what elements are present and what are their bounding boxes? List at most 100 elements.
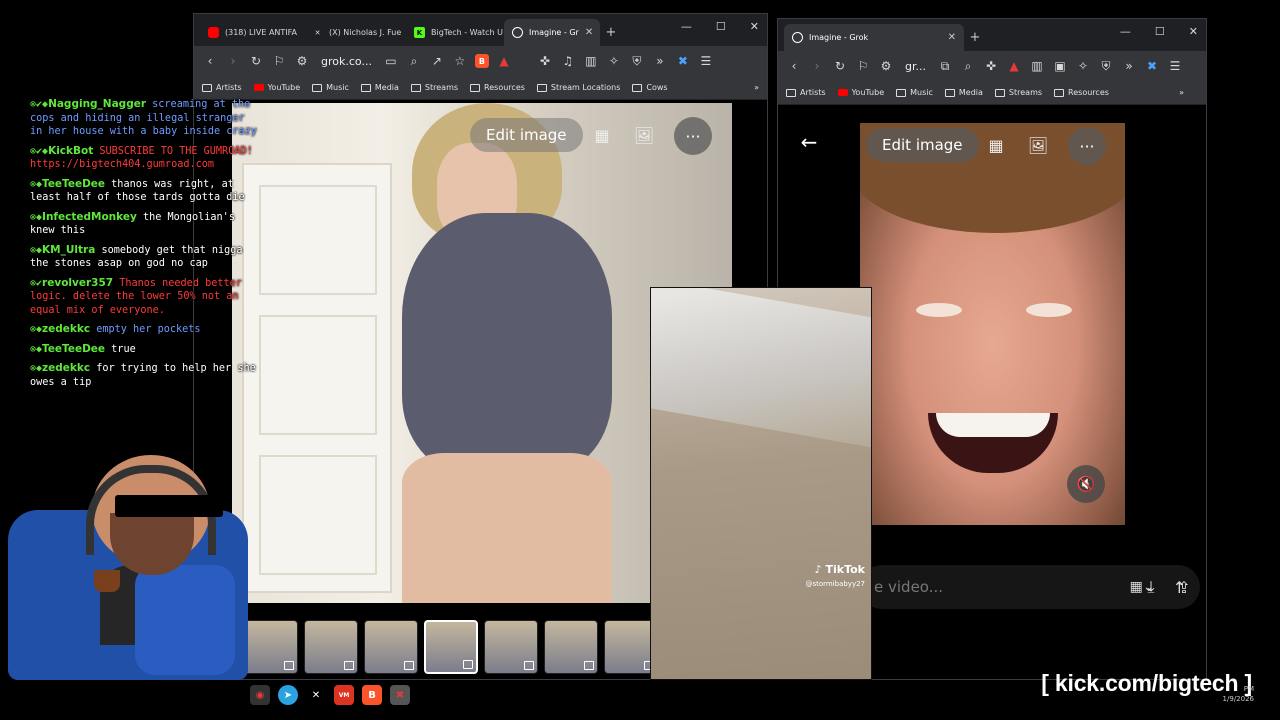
bookmark-cows[interactable]: Cows bbox=[632, 83, 668, 92]
bookmark-icon[interactable]: ⚐ bbox=[271, 54, 287, 68]
extension-icon[interactable]: ✜ bbox=[983, 59, 999, 73]
copilot-icon[interactable]: ✧ bbox=[1075, 59, 1091, 73]
edit-image-button[interactable]: Edit image bbox=[866, 128, 979, 162]
youtube-icon bbox=[253, 84, 264, 91]
bookmark-youtube[interactable]: YouTube bbox=[253, 83, 300, 92]
menu-icon[interactable]: ☰ bbox=[1167, 59, 1183, 73]
more-options-button[interactable]: ··· bbox=[1068, 127, 1106, 165]
zoom-icon[interactable]: ⌕ bbox=[960, 59, 976, 74]
site-settings-icon[interactable]: ⚙ bbox=[878, 59, 894, 73]
bookmark-music[interactable]: Music bbox=[312, 83, 349, 92]
more-bookmarks-icon[interactable]: » bbox=[1179, 88, 1184, 97]
tiktok-username: @stormibabyy27 bbox=[805, 580, 865, 588]
brave-shields-icon[interactable]: B bbox=[474, 54, 489, 68]
sidebar-icon[interactable]: ▥ bbox=[1029, 59, 1045, 73]
bookmark-stream-locations[interactable]: Stream Locations bbox=[536, 83, 620, 92]
share-icon[interactable]: ⇪ bbox=[1169, 572, 1199, 602]
cast-icon[interactable]: ▭ bbox=[383, 54, 399, 68]
music-icon[interactable]: ♫ bbox=[560, 54, 576, 68]
bookmark-artists[interactable]: Artists bbox=[202, 83, 242, 92]
share-icon[interactable]: ↗ bbox=[429, 54, 445, 68]
pipe-icon bbox=[94, 570, 120, 592]
bookmark-streams[interactable]: Streams bbox=[410, 83, 458, 92]
extensions-icon[interactable]: ✜ bbox=[537, 54, 553, 68]
wallet-icon[interactable]: ▣ bbox=[1052, 59, 1068, 73]
maximize-icon[interactable]: ☐ bbox=[1155, 25, 1165, 38]
close-window-icon[interactable]: ✕ bbox=[750, 20, 759, 33]
thumbnail[interactable] bbox=[364, 620, 418, 674]
telegram-icon[interactable]: ➤ bbox=[278, 685, 298, 705]
profile-icon[interactable]: ✖ bbox=[675, 54, 691, 68]
more-options-button[interactable]: ··· bbox=[674, 117, 712, 155]
window-controls: — ☐ ✕ bbox=[681, 20, 759, 33]
video-icon bbox=[344, 661, 354, 670]
voicemod-icon[interactable]: VM bbox=[334, 685, 354, 705]
more-extensions-icon[interactable]: » bbox=[1121, 59, 1137, 73]
image-mode-icon[interactable]: 🖼 bbox=[629, 120, 659, 150]
close-tab-icon[interactable]: ✕ bbox=[948, 32, 956, 43]
thumbnail[interactable] bbox=[544, 620, 598, 674]
reload-icon[interactable]: ↻ bbox=[832, 59, 848, 73]
bookmark-media[interactable]: Media bbox=[360, 83, 399, 92]
bookmark-label: Artists bbox=[800, 88, 826, 97]
zoom-icon[interactable]: ⌕ bbox=[406, 54, 422, 69]
bookmark-artists[interactable]: Artists bbox=[786, 88, 826, 97]
tab-x[interactable]: ✕ (X) Nicholas J. Fue bbox=[304, 19, 406, 46]
download-icon[interactable]: ⤓ bbox=[1136, 572, 1166, 602]
maximize-icon[interactable]: ☐ bbox=[716, 20, 726, 33]
menu-icon[interactable]: ☰ bbox=[698, 54, 714, 68]
edit-image-button[interactable]: Edit image bbox=[470, 118, 583, 152]
forward-icon[interactable]: › bbox=[225, 54, 241, 68]
bookmark-resources[interactable]: Resources bbox=[1054, 88, 1109, 97]
tab-grok[interactable]: Imagine - Gr ✕ bbox=[504, 19, 600, 46]
chat-username: TeeTeeDee bbox=[42, 177, 106, 190]
tab-grok[interactable]: Imagine - Grok ✕ bbox=[784, 24, 964, 51]
back-icon[interactable]: ‹ bbox=[786, 59, 802, 73]
star-icon[interactable]: ☆ bbox=[452, 54, 468, 68]
rewards-icon[interactable]: ▲ bbox=[1006, 59, 1022, 73]
brave-icon[interactable]: B bbox=[362, 685, 382, 705]
sidebar-icon[interactable]: ▥ bbox=[583, 54, 599, 68]
more-extensions-icon[interactable]: » bbox=[652, 54, 668, 68]
address-bar[interactable]: gr... bbox=[901, 60, 930, 73]
tab-kick[interactable]: K BigTech - Watch U bbox=[406, 19, 504, 46]
video-mode-icon[interactable]: ▦ bbox=[981, 130, 1011, 160]
site-settings-icon[interactable]: ⚙ bbox=[294, 54, 310, 68]
grok-app-icon[interactable]: ✖ bbox=[390, 685, 410, 705]
bookmark-streams[interactable]: Streams bbox=[994, 88, 1042, 97]
more-bookmarks-icon[interactable]: » bbox=[754, 83, 759, 92]
bookmark-media[interactable]: Media bbox=[944, 88, 983, 97]
back-icon[interactable]: ‹ bbox=[202, 54, 218, 68]
address-bar[interactable]: grok.co... bbox=[317, 55, 376, 68]
reload-icon[interactable]: ↻ bbox=[248, 54, 264, 68]
thumbnail[interactable] bbox=[484, 620, 538, 674]
x-icon[interactable]: ✕ bbox=[306, 685, 326, 705]
tab-youtube[interactable]: (318) LIVE ANTIFA bbox=[200, 19, 304, 46]
bookmark-icon[interactable]: ⚐ bbox=[855, 59, 871, 73]
thumbnail-selected[interactable] bbox=[424, 620, 478, 674]
image-mode-icon[interactable]: 🖼 bbox=[1023, 130, 1053, 160]
profile-icon[interactable]: ✖ bbox=[1144, 59, 1160, 73]
close-tab-icon[interactable]: ✕ bbox=[585, 27, 593, 38]
bookmark-youtube[interactable]: YouTube bbox=[837, 88, 884, 97]
forward-icon[interactable]: › bbox=[809, 59, 825, 73]
bookmark-resources[interactable]: Resources bbox=[470, 83, 525, 92]
chat-badges: ⊗◆ bbox=[30, 363, 43, 374]
minimize-icon[interactable]: — bbox=[1120, 25, 1131, 38]
mute-icon[interactable]: 🔇 bbox=[1067, 465, 1105, 503]
bookmark-music[interactable]: Music bbox=[896, 88, 933, 97]
vpn-icon[interactable]: ⛨ bbox=[1098, 59, 1114, 74]
copy-icon[interactable]: ⧉ bbox=[937, 59, 953, 74]
rewards-icon[interactable]: ▲ bbox=[496, 54, 512, 68]
vpn-icon[interactable]: ⛨ bbox=[629, 54, 645, 69]
close-window-icon[interactable]: ✕ bbox=[1189, 25, 1198, 38]
edit-image-label: Edit image bbox=[882, 136, 963, 154]
app-icon[interactable]: ◉ bbox=[250, 685, 270, 705]
minimize-icon[interactable]: — bbox=[681, 20, 692, 33]
thumbnail[interactable] bbox=[304, 620, 358, 674]
back-button[interactable]: ← bbox=[790, 123, 828, 161]
new-tab-icon[interactable]: + bbox=[600, 19, 622, 46]
copilot-icon[interactable]: ✧ bbox=[606, 54, 622, 68]
video-mode-icon[interactable]: ▦ bbox=[587, 120, 617, 150]
new-tab-icon[interactable]: + bbox=[964, 24, 986, 51]
